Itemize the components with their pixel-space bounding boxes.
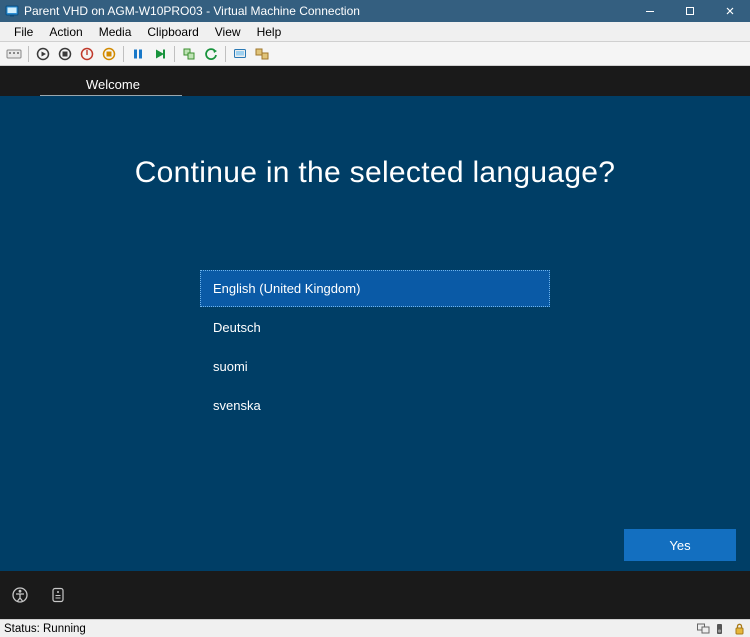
window-title: Parent VHD on AGM-W10PRO03 - Virtual Mac…	[24, 4, 630, 18]
status-right	[696, 622, 746, 636]
oobe-top-strip: Welcome	[0, 66, 750, 96]
save-button[interactable]	[99, 44, 119, 64]
minimize-button[interactable]	[630, 0, 670, 22]
language-option[interactable]: Deutsch	[200, 309, 550, 346]
turn-off-button[interactable]	[55, 44, 75, 64]
share-button[interactable]	[252, 44, 272, 64]
ime-icon[interactable]	[48, 585, 68, 605]
oobe-bottom-strip	[0, 571, 750, 619]
oobe-body: Continue in the selected language? Engli…	[0, 96, 750, 571]
menubar: File Action Media Clipboard View Help	[0, 22, 750, 42]
toolbar-separator	[225, 46, 226, 62]
toolbar	[0, 42, 750, 66]
close-button[interactable]	[710, 0, 750, 22]
menu-help[interactable]: Help	[249, 23, 290, 41]
guest-display: Welcome Continue in the selected languag…	[0, 66, 750, 619]
menu-media[interactable]: Media	[91, 23, 140, 41]
checkpoint-button[interactable]	[179, 44, 199, 64]
menu-view[interactable]: View	[207, 23, 249, 41]
toolbar-separator	[28, 46, 29, 62]
reset-button[interactable]	[150, 44, 170, 64]
revert-button[interactable]	[201, 44, 221, 64]
language-option[interactable]: svenska	[200, 387, 550, 424]
toolbar-separator	[174, 46, 175, 62]
accessibility-icon[interactable]	[10, 585, 30, 605]
language-list: English (United Kingdom) Deutsch suomi s…	[200, 270, 550, 424]
oobe-heading: Continue in the selected language?	[0, 156, 750, 190]
oobe-tab-welcome[interactable]: Welcome	[72, 71, 154, 96]
pause-button[interactable]	[128, 44, 148, 64]
speaker-icon[interactable]	[714, 622, 728, 636]
titlebar: Parent VHD on AGM-W10PRO03 - Virtual Mac…	[0, 0, 750, 22]
yes-button[interactable]: Yes	[624, 529, 736, 561]
display-config-icon[interactable]	[696, 622, 710, 636]
toolbar-separator	[123, 46, 124, 62]
language-option[interactable]: English (United Kingdom)	[200, 270, 550, 307]
start-button[interactable]	[33, 44, 53, 64]
maximize-button[interactable]	[670, 0, 710, 22]
ctrl-alt-del-button[interactable]	[4, 44, 24, 64]
shut-down-button[interactable]	[77, 44, 97, 64]
enhanced-session-button[interactable]	[230, 44, 250, 64]
menu-clipboard[interactable]: Clipboard	[139, 23, 206, 41]
menu-action[interactable]: Action	[41, 23, 90, 41]
menu-file[interactable]: File	[6, 23, 41, 41]
statusbar: Status: Running	[0, 619, 750, 637]
language-option[interactable]: suomi	[200, 348, 550, 385]
lock-icon[interactable]	[732, 622, 746, 636]
status-text: Status: Running	[4, 623, 86, 635]
window-buttons	[630, 0, 750, 22]
app-icon	[4, 3, 20, 19]
